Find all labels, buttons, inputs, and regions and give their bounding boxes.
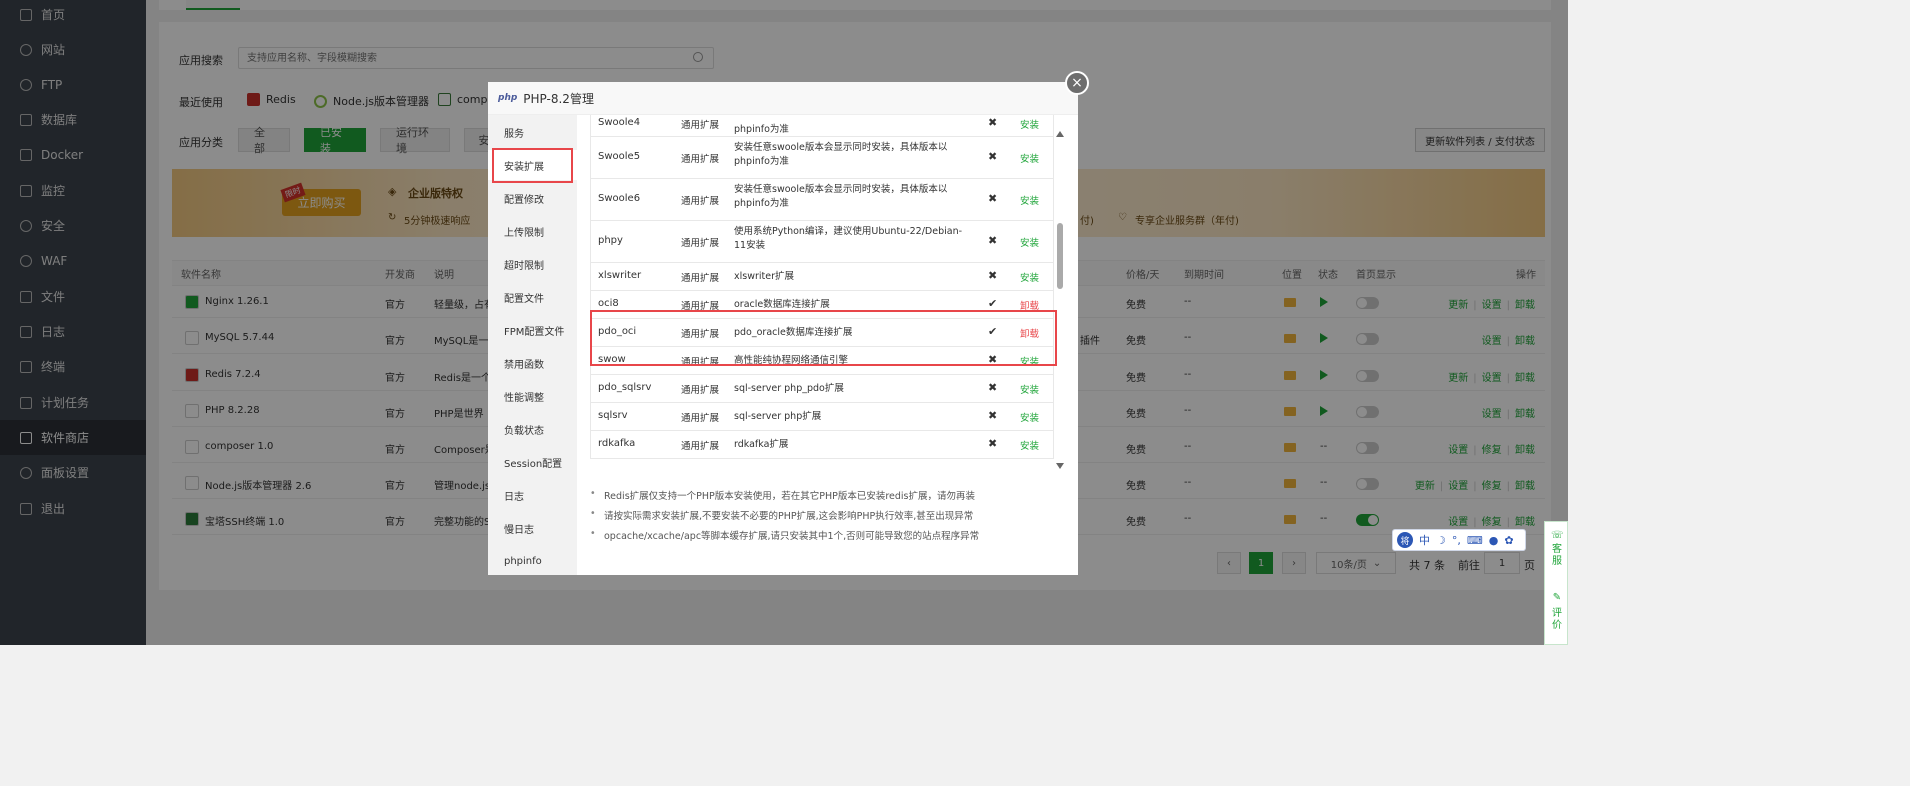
customer-service-link[interactable]: 客服 (1551, 544, 1563, 568)
modal-nav-item[interactable]: FPM配置文件 (488, 315, 577, 345)
extension-list: Swoole4 通用扩展 phpinfo为准 ✖ 安装 Swoole5 通用扩展 安装任意sw… (590, 115, 1056, 467)
modal-nav-item[interactable]: 禁用函数 (488, 348, 577, 378)
check-icon: ✔ (988, 297, 998, 310)
extension-desc: 安装任意swoole版本会显示同时安装，具体版本以phpinfo为准 (734, 142, 948, 167)
cross-icon: ✖ (988, 192, 998, 205)
extension-row: Swoole4 通用扩展 phpinfo为准 ✖ 安装 (590, 115, 1054, 137)
install-extension-button[interactable]: 安装 (1020, 235, 1039, 249)
modal-nav-item[interactable]: 日志 (488, 480, 577, 510)
extension-name: pdo_sqlsrv (598, 382, 652, 393)
tip-item: Redis扩展仅支持一个PHP版本安装使用，若在其它PHP版本已安装redis扩… (590, 488, 1070, 502)
extension-row: xlswriter 通用扩展 xlswriter扩展 ✖ 安装 (590, 263, 1054, 291)
extension-type: 通用扩展 (681, 196, 720, 207)
modal-nav-item[interactable]: 服务 (488, 117, 577, 147)
extension-type: 通用扩展 (681, 441, 720, 452)
extension-desc: 使用系统Python编译，建议使用Ubuntu-22/Debian-11安装 (734, 226, 963, 251)
highlight-box-nav (492, 148, 573, 183)
extension-type: 通用扩展 (681, 120, 720, 131)
install-extension-button[interactable]: 安装 (1020, 151, 1039, 165)
microphone-icon[interactable]: ● (1489, 534, 1499, 547)
scroll-down-arrow[interactable] (1056, 463, 1064, 469)
moon-icon[interactable]: ☽ (1436, 534, 1446, 547)
ime-toolbar[interactable]: 将 中 ☽ °, ⌨ ● ✿ (1392, 529, 1526, 551)
modal-title: PHP-8.2管理 (523, 91, 594, 106)
punctuation-icon[interactable]: °, (1452, 534, 1461, 547)
edit-icon[interactable]: ✎ (1551, 592, 1563, 604)
extension-row: pdo_sqlsrv 通用扩展 sql-server php_pdo扩展 ✖ 安装 (590, 375, 1054, 403)
scroll-up-arrow[interactable] (1056, 131, 1064, 137)
extension-type: 通用扩展 (681, 273, 720, 284)
extension-desc: phpinfo为准 (734, 124, 789, 135)
extension-row: Swoole6 通用扩展 安装任意swoole版本会显示同时安装，具体版本以phpi… (590, 179, 1054, 221)
extension-name: Swoole4 (598, 117, 641, 128)
modal-nav-item[interactable]: 负载状态 (488, 414, 577, 444)
extension-row: rdkafka 通用扩展 rdkafka扩展 ✖ 安装 (590, 431, 1054, 459)
install-extension-button[interactable]: 安装 (1020, 382, 1039, 396)
install-extension-button[interactable]: 安装 (1020, 193, 1039, 207)
extension-name: Swoole6 (598, 193, 641, 204)
extension-type: 通用扩展 (681, 238, 720, 249)
install-extension-button[interactable]: 安装 (1020, 410, 1039, 424)
modal-nav-item[interactable]: 性能调整 (488, 381, 577, 411)
cross-icon: ✖ (988, 234, 998, 247)
close-icon[interactable]: × (1065, 71, 1089, 95)
extension-row: phpy 通用扩展 使用系统Python编译，建议使用Ubuntu-22/Debia… (590, 221, 1054, 263)
cross-icon: ✖ (988, 269, 998, 282)
extension-type: 通用扩展 (681, 385, 720, 396)
php-logo-icon: php (498, 93, 518, 103)
extension-type: 通用扩展 (681, 154, 720, 165)
extension-desc: sql-server php_pdo扩展 (734, 383, 844, 394)
extension-name: rdkafka (598, 438, 636, 449)
extension-name: oci8 (598, 298, 619, 309)
highlight-box-extensions (590, 310, 1057, 366)
review-link[interactable]: 评价 (1551, 608, 1563, 632)
extension-scrollbar-thumb[interactable] (1057, 223, 1063, 289)
cross-icon: ✖ (988, 381, 998, 394)
cross-icon: ✖ (988, 116, 998, 129)
extension-name: sqlsrv (598, 410, 628, 421)
modal-nav-item[interactable]: 慢日志 (488, 513, 577, 543)
floating-help-panel: ☏ 客服 ✎ 评价 (1544, 521, 1568, 645)
cross-icon: ✖ (988, 150, 998, 163)
install-extension-button[interactable]: 安装 (1020, 270, 1039, 284)
cross-icon: ✖ (988, 437, 998, 450)
extension-desc: sql-server php扩展 (734, 411, 822, 422)
modal-nav: 服务 安装扩展 配置修改 上传限制 超时限制 配置文件 FPM配置文件 禁用函数 性能调整 负载状… (488, 115, 577, 575)
modal-nav-item[interactable]: phpinfo (488, 546, 577, 575)
modal-nav-item[interactable]: 上传限制 (488, 216, 577, 246)
extension-desc: xlswriter扩展 (734, 271, 795, 282)
install-extension-button[interactable]: 安装 (1020, 117, 1039, 131)
cross-icon: ✖ (988, 409, 998, 422)
extension-name: xlswriter (598, 270, 642, 281)
tip-item: opcache/xcache/apc等脚本缓存扩展,请只安装其中1个,否则可能导… (590, 528, 1070, 542)
keyboard-icon[interactable]: ⌨ (1467, 534, 1483, 547)
extension-name: Swoole5 (598, 151, 641, 162)
extension-name: phpy (598, 235, 623, 246)
modal-nav-item[interactable]: 配置文件 (488, 282, 577, 312)
extension-type: 通用扩展 (681, 413, 720, 424)
modal-title-bar: php PHP-8.2管理 (488, 82, 1078, 115)
install-extension-button[interactable]: 安装 (1020, 438, 1039, 452)
modal-nav-item[interactable]: 超时限制 (488, 249, 577, 279)
ime-mode[interactable]: 中 (1419, 532, 1430, 548)
ime-logo-icon[interactable]: 将 (1397, 532, 1413, 548)
extension-desc: rdkafka扩展 (734, 439, 789, 450)
modal-nav-item[interactable]: 配置修改 (488, 183, 577, 213)
service-icon[interactable]: ☏ (1551, 530, 1564, 542)
modal-nav-item[interactable]: Session配置 (488, 447, 577, 477)
extension-row: Swoole5 通用扩展 安装任意swoole版本会显示同时安装，具体版本以phpi… (590, 137, 1054, 179)
extension-row: sqlsrv 通用扩展 sql-server php扩展 ✖ 安装 (590, 403, 1054, 431)
extension-desc: 安装任意swoole版本会显示同时安装，具体版本以phpinfo为准 (734, 184, 948, 209)
tip-item: 请按实际需求安装扩展,不要安装不必要的PHP扩展,这会影响PHP执行效率,甚至出… (590, 508, 1070, 522)
gear-icon[interactable]: ✿ (1504, 534, 1513, 547)
